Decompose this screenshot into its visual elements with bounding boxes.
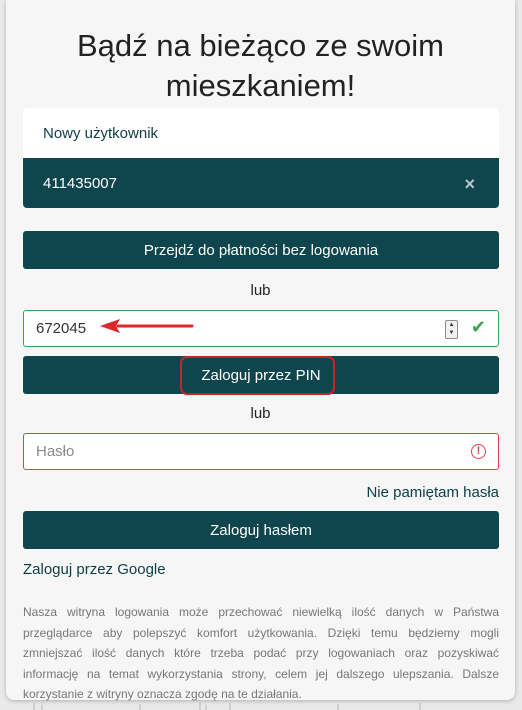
pin-input-value[interactable]: 672045 <box>36 320 86 337</box>
background-decoration <box>33 702 421 710</box>
selected-user-label: 411435007 <box>43 174 117 192</box>
close-icon[interactable]: × <box>464 174 475 195</box>
check-icon: ✔ <box>470 317 486 337</box>
pin-field[interactable]: 672045 ▲ ▼ ✔ <box>23 310 499 347</box>
page-title: Bądź na bieżąco ze swoim mieszkaniem! <box>76 28 445 103</box>
or-separator: lub <box>250 405 271 422</box>
or-separator: lub <box>250 282 271 299</box>
new-user-item[interactable]: Nowy użytkownik <box>23 108 499 158</box>
forgot-password-link[interactable]: Nie pamiętam hasła <box>366 484 499 501</box>
spinner-icon[interactable]: ▲ ▼ <box>445 320 458 339</box>
password-field[interactable]: Hasło ! <box>23 433 499 470</box>
cookie-notice: Nasza witryna logowania może przechować … <box>23 605 499 701</box>
password-placeholder[interactable]: Hasło <box>36 443 74 460</box>
alert-circle-icon: ! <box>471 444 486 459</box>
pin-button-highlight <box>180 356 335 395</box>
google-login-link[interactable]: Zaloguj przez Google <box>23 561 166 578</box>
new-user-label: Nowy użytkownik <box>43 124 159 142</box>
login-password-button[interactable]: Zaloguj hasłem <box>23 511 499 549</box>
red-arrow-annotation <box>100 319 194 333</box>
selected-user-item[interactable]: 411435007 × <box>23 158 499 208</box>
pay-without-login-button[interactable]: Przejdź do płatności bez logowania <box>23 231 499 269</box>
user-list: Nowy użytkownik 411435007 × <box>23 108 499 208</box>
